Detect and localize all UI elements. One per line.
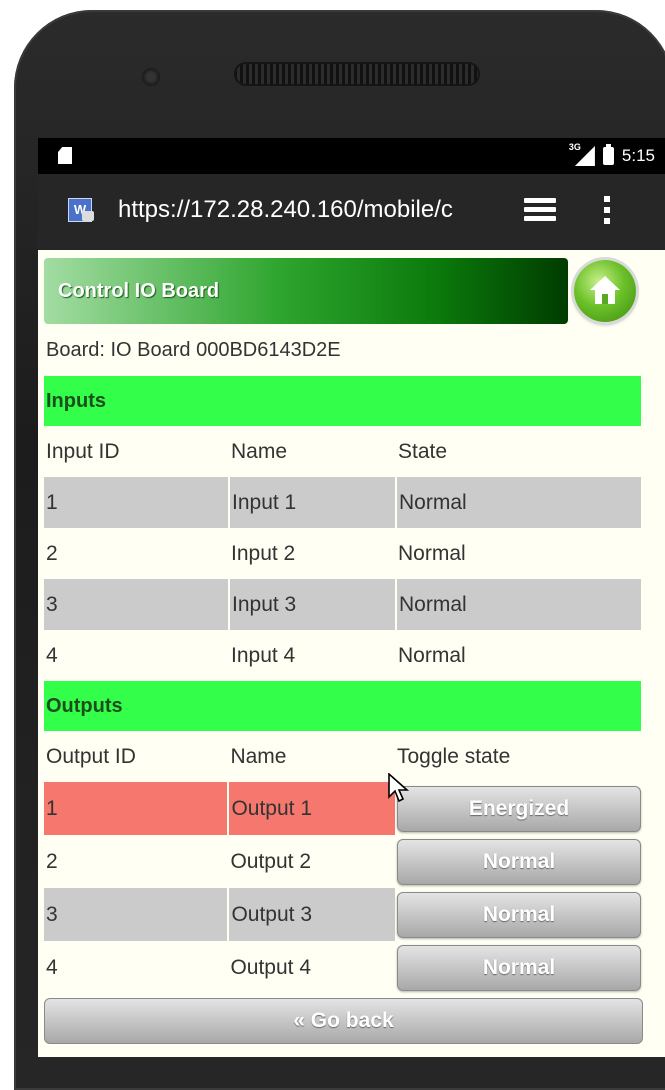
board-label: Board: IO Board 000BD6143D2E xyxy=(46,339,341,361)
output-name: Output 1 xyxy=(227,782,395,835)
output-id: 1 xyxy=(44,782,229,835)
outputs-table: Output ID Name Toggle state 1 Output 1 E… xyxy=(44,731,641,994)
outputs-heading: Outputs xyxy=(44,681,641,731)
input-row: 2 Input 2 Normal xyxy=(44,528,641,579)
home-icon xyxy=(590,276,620,306)
status-bar: 3G 5:15 xyxy=(38,138,665,174)
col-header-state: State xyxy=(398,439,448,463)
clock: 5:15 xyxy=(621,146,655,165)
output-id: 2 xyxy=(46,849,58,873)
output-row: 1 Output 1 Energized xyxy=(44,782,641,835)
site-security-icon[interactable]: W xyxy=(68,198,94,222)
inputs-heading: Inputs xyxy=(44,376,641,426)
battery-icon xyxy=(602,144,614,165)
browser-toolbar: W https://172.28.240.160/mobile/c xyxy=(38,174,665,250)
input-name: Input 2 xyxy=(231,541,296,565)
network-type: 3G xyxy=(568,142,581,152)
output-name: Output 3 xyxy=(227,888,395,941)
output-toggle-cell: Normal xyxy=(395,835,641,888)
url-field[interactable]: https://172.28.240.160/mobile/c xyxy=(118,196,508,224)
toggle-output-2-button[interactable]: Normal xyxy=(397,838,641,885)
toggle-output-4-button[interactable]: Normal xyxy=(397,944,641,991)
screen: 3G 5:15 W https://172.28.240.160/mobile/… xyxy=(38,138,665,1057)
toggle-output-3-button[interactable]: Normal xyxy=(397,891,641,938)
output-row: 4 Output 4 Normal xyxy=(44,941,641,994)
input-state: Normal xyxy=(395,579,641,630)
input-name: Input 3 xyxy=(228,579,396,630)
earpiece-speaker xyxy=(234,62,480,86)
input-row: 4 Input 4 Normal xyxy=(44,630,641,681)
input-id: 4 xyxy=(46,643,58,667)
overflow-menu-icon[interactable] xyxy=(604,196,612,226)
col-header-input-id: Input ID xyxy=(46,439,120,463)
output-id: 3 xyxy=(44,888,229,941)
col-header-name: Name xyxy=(231,439,288,463)
input-state: Normal xyxy=(395,477,641,528)
signal-icon: 3G xyxy=(569,142,595,166)
input-name: Input 4 xyxy=(231,643,296,667)
output-row: 2 Output 2 Normal xyxy=(44,835,641,888)
inputs-header-row: Input ID Name State xyxy=(44,426,641,477)
input-state: Normal xyxy=(398,541,466,565)
input-id: 2 xyxy=(46,541,58,565)
sd-card-icon xyxy=(58,147,72,164)
output-toggle-cell: Normal xyxy=(395,888,641,941)
output-name: Output 4 xyxy=(230,955,312,979)
input-id: 1 xyxy=(44,477,229,528)
inputs-table: Input ID Name State 1 Input 1 Normal 2 I… xyxy=(44,426,641,681)
outputs-header-row: Output ID Name Toggle state xyxy=(44,731,641,782)
input-row: 3 Input 3 Normal xyxy=(44,579,641,630)
input-state: Normal xyxy=(398,643,466,667)
output-toggle-cell: Energized xyxy=(395,782,641,835)
output-name: Output 2 xyxy=(230,849,312,873)
input-row: 1 Input 1 Normal xyxy=(44,477,641,528)
input-name: Input 1 xyxy=(228,477,396,528)
page-title: Control IO Board xyxy=(44,258,568,324)
tabs-icon[interactable] xyxy=(524,198,556,224)
output-toggle-cell: Normal xyxy=(395,941,641,994)
page-content: Control IO Board Board: IO Board 000BD61… xyxy=(38,250,665,1044)
home-button[interactable] xyxy=(574,260,636,322)
toggle-output-1-button[interactable]: Energized xyxy=(397,785,641,832)
col-header-output-id: Output ID xyxy=(46,744,136,768)
front-camera xyxy=(142,68,160,86)
col-header-name: Name xyxy=(230,744,287,768)
go-back-button[interactable]: « Go back xyxy=(44,998,643,1044)
output-id: 4 xyxy=(46,955,58,979)
input-id: 3 xyxy=(44,579,229,630)
col-header-toggle-state: Toggle state xyxy=(397,744,511,768)
output-row: 3 Output 3 Normal xyxy=(44,888,641,941)
lock-icon xyxy=(82,211,94,221)
